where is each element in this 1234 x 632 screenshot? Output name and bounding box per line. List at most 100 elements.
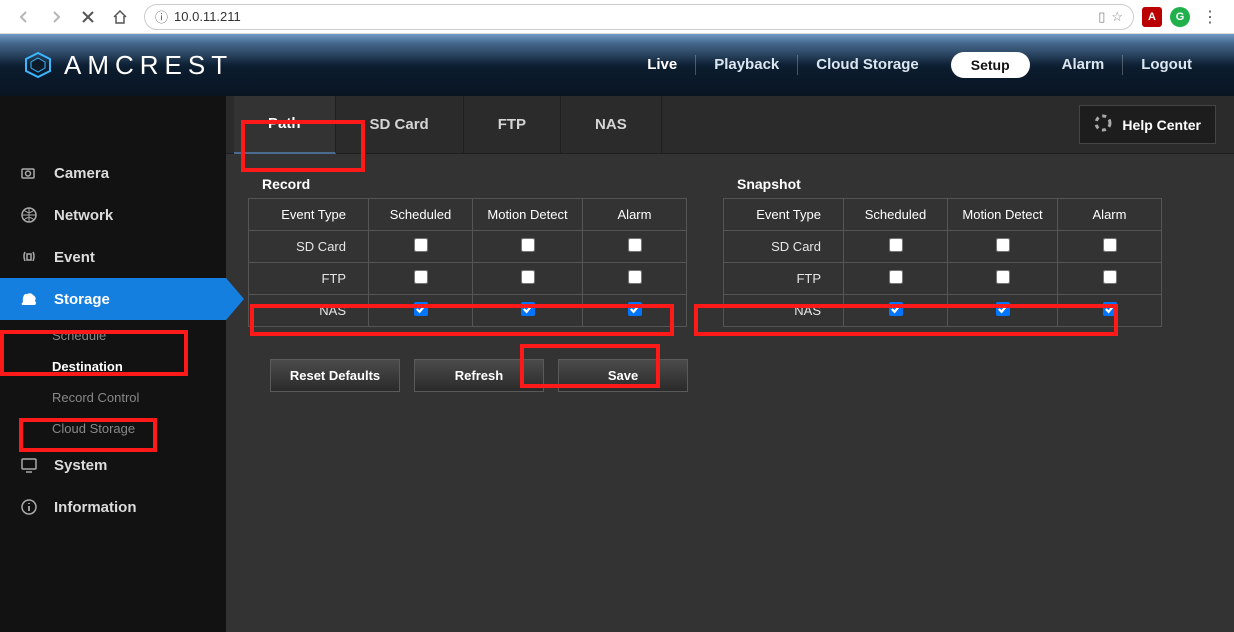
snapshot-title: Snapshot <box>723 176 1162 192</box>
record-ftp-motion-checkbox[interactable] <box>521 270 535 284</box>
snapshot-ftp-alarm-checkbox[interactable] <box>1103 270 1117 284</box>
info-icon[interactable]: ⓘ <box>155 7 168 26</box>
brand: AMCREST <box>24 50 233 81</box>
table-header-row: Event Type Scheduled Motion Detect Alarm <box>249 199 687 231</box>
sidebar-item-information[interactable]: Information <box>0 486 226 528</box>
content: Record Event Type Scheduled Motion Detec… <box>226 154 1234 414</box>
sidebar-item-network[interactable]: Network <box>0 194 226 236</box>
col-scheduled: Scheduled <box>369 199 473 231</box>
row-label-ftp: FTP <box>724 263 844 295</box>
info-icon <box>18 496 40 518</box>
snapshot-ftp-motion-checkbox[interactable] <box>996 270 1010 284</box>
nav-live[interactable]: Live <box>629 55 695 75</box>
sidebar-item-label: System <box>54 457 107 474</box>
nav-alarm[interactable]: Alarm <box>1044 55 1123 75</box>
col-event-type: Event Type <box>724 199 844 231</box>
row-label-nas: NAS <box>249 295 369 327</box>
sidebar-item-event[interactable]: Event <box>0 236 226 278</box>
system-icon <box>18 454 40 476</box>
help-icon <box>1094 114 1112 135</box>
table-row: NAS <box>249 295 687 327</box>
tab-nas[interactable]: NAS <box>561 96 662 154</box>
browser-toolbar: ⓘ 10.0.11.211 ▯ ☆ A G ⋮ <box>0 0 1234 34</box>
grammarly-extension-icon[interactable]: G <box>1170 7 1190 27</box>
snapshot-nas-alarm-checkbox[interactable] <box>1103 302 1117 316</box>
tabs: Path SD Card FTP NAS Help Center <box>226 96 1234 154</box>
record-ftp-alarm-checkbox[interactable] <box>628 270 642 284</box>
brand-text: AMCREST <box>64 50 233 81</box>
col-alarm: Alarm <box>583 199 687 231</box>
record-title: Record <box>248 176 687 192</box>
browser-menu-icon[interactable]: ⋮ <box>1198 5 1222 29</box>
record-nas-motion-checkbox[interactable] <box>521 302 535 316</box>
url-text: 10.0.11.211 <box>174 9 241 24</box>
storage-icon <box>18 288 40 310</box>
help-center-button[interactable]: Help Center <box>1079 105 1216 144</box>
nav-playback[interactable]: Playback <box>695 55 797 75</box>
snapshot-sdcard-alarm-checkbox[interactable] <box>1103 238 1117 252</box>
sidebar-sub-cloud-storage[interactable]: Cloud Storage <box>0 413 226 444</box>
snapshot-table: Event Type Scheduled Motion Detect Alarm… <box>723 198 1162 327</box>
record-sdcard-scheduled-checkbox[interactable] <box>414 238 428 252</box>
snapshot-nas-scheduled-checkbox[interactable] <box>889 302 903 316</box>
reset-defaults-button[interactable]: Reset Defaults <box>270 359 400 392</box>
sidebar-sub-destination[interactable]: Destination <box>0 351 226 382</box>
back-button <box>12 5 36 29</box>
sidebar-item-system[interactable]: System <box>0 444 226 486</box>
tab-ftp[interactable]: FTP <box>464 96 561 154</box>
col-motion-detect: Motion Detect <box>473 199 583 231</box>
col-scheduled: Scheduled <box>844 199 948 231</box>
record-sdcard-motion-checkbox[interactable] <box>521 238 535 252</box>
event-icon <box>18 246 40 268</box>
top-nav: Live Playback Cloud Storage Setup Alarm … <box>629 52 1210 78</box>
record-nas-alarm-checkbox[interactable] <box>628 302 642 316</box>
sidebar-item-label: Information <box>54 499 137 516</box>
network-icon <box>18 204 40 226</box>
snapshot-sdcard-scheduled-checkbox[interactable] <box>889 238 903 252</box>
sidebar-item-storage[interactable]: Storage <box>0 278 226 320</box>
save-button[interactable]: Save <box>558 359 688 392</box>
sidebar-item-label: Storage <box>54 291 110 308</box>
snapshot-sdcard-motion-checkbox[interactable] <box>996 238 1010 252</box>
stop-button[interactable] <box>76 5 100 29</box>
sidebar: Camera Network Event Storage Schedule De… <box>0 96 226 632</box>
sidebar-sub-record-control[interactable]: Record Control <box>0 382 226 413</box>
sidebar-item-label: Camera <box>54 165 109 182</box>
row-label-sdcard: SD Card <box>249 231 369 263</box>
row-label-sdcard: SD Card <box>724 231 844 263</box>
refresh-button[interactable]: Refresh <box>414 359 544 392</box>
button-row: Reset Defaults Refresh Save <box>248 359 1212 392</box>
camera-icon <box>18 162 40 184</box>
star-icon[interactable]: ☆ <box>1111 9 1123 25</box>
table-header-row: Event Type Scheduled Motion Detect Alarm <box>724 199 1162 231</box>
col-alarm: Alarm <box>1058 199 1162 231</box>
reader-icon[interactable]: ▯ <box>1098 9 1105 25</box>
amcrest-logo-icon <box>24 51 52 79</box>
snapshot-ftp-scheduled-checkbox[interactable] <box>889 270 903 284</box>
app-header: AMCREST Live Playback Cloud Storage Setu… <box>0 34 1234 96</box>
sidebar-item-camera[interactable]: Camera <box>0 152 226 194</box>
tab-sdcard[interactable]: SD Card <box>336 96 464 154</box>
record-ftp-scheduled-checkbox[interactable] <box>414 270 428 284</box>
table-row: SD Card <box>724 231 1162 263</box>
snapshot-nas-motion-checkbox[interactable] <box>996 302 1010 316</box>
nav-setup[interactable]: Setup <box>951 52 1030 78</box>
col-motion-detect: Motion Detect <box>948 199 1058 231</box>
adobe-extension-icon[interactable]: A <box>1142 7 1162 27</box>
tab-path[interactable]: Path <box>234 96 336 154</box>
record-table-wrap: Record Event Type Scheduled Motion Detec… <box>248 176 687 327</box>
nav-logout[interactable]: Logout <box>1122 55 1210 75</box>
address-bar[interactable]: ⓘ 10.0.11.211 ▯ ☆ <box>144 4 1134 30</box>
table-row: NAS <box>724 295 1162 327</box>
record-nas-scheduled-checkbox[interactable] <box>414 302 428 316</box>
nav-cloud-storage[interactable]: Cloud Storage <box>797 55 937 75</box>
help-label: Help Center <box>1122 117 1201 133</box>
record-sdcard-alarm-checkbox[interactable] <box>628 238 642 252</box>
table-row: FTP <box>249 263 687 295</box>
sidebar-item-label: Event <box>54 249 95 266</box>
main-panel: Path SD Card FTP NAS Help Center Record … <box>226 96 1234 632</box>
record-table: Event Type Scheduled Motion Detect Alarm… <box>248 198 687 327</box>
home-button[interactable] <box>108 5 132 29</box>
sidebar-item-label: Network <box>54 207 113 224</box>
sidebar-sub-schedule[interactable]: Schedule <box>0 320 226 351</box>
